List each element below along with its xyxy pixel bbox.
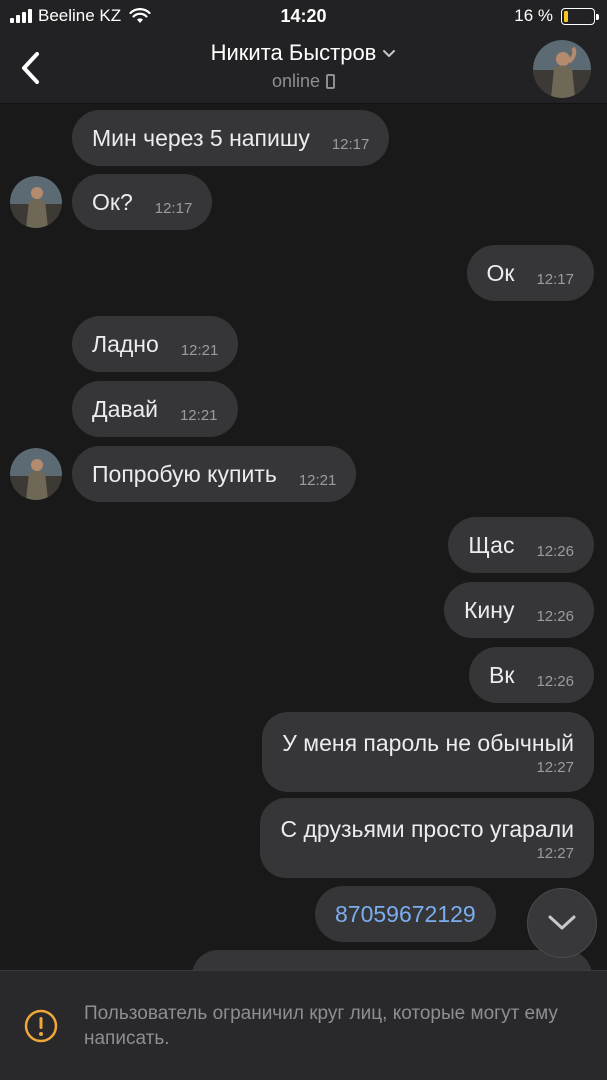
message-time: 12:21 [180,341,219,359]
message-text: Попробую купить [92,460,277,487]
message-time: 12:26 [536,607,574,625]
message-text: Ладно [92,330,159,357]
message-bubble-partial [192,950,592,970]
message-text: Мин через 5 напишу [92,124,310,151]
message-text: Ок [486,259,515,286]
contact-name-button[interactable]: Никита Быстров [0,40,607,66]
contact-name: Никита Быстров [210,40,377,65]
message-time: 12:26 [536,672,574,690]
message-text: Ок? [92,188,133,215]
message-bubble[interactable]: У меня пароль не обычный 12:27 [262,712,594,792]
message-text: Щас [468,531,515,558]
scroll-down-button[interactable] [527,888,597,958]
message-time: 12:17 [536,270,574,288]
battery-percent: 16 % [514,6,553,25]
sender-avatar[interactable] [10,176,62,228]
message-bubble[interactable]: Ок 12:17 [466,245,594,301]
message-bubble[interactable]: С друзьями просто угарали 12:27 [260,798,594,878]
contact-status: online [0,71,607,92]
message-text: Давай [92,395,158,422]
message-bubble[interactable]: Ладно 12:21 [72,316,239,372]
status-text: online [271,71,321,91]
message-time: 12:26 [536,542,574,560]
message-list[interactable]: Мин через 5 напишу 12:17 Ок? 12:17 Ок 12… [0,104,607,970]
message-bubble[interactable]: Вк 12:26 [469,647,594,703]
warning-icon [24,1009,58,1043]
message-time: 12:17 [331,135,370,153]
chat-header: Никита Быстров online [0,34,607,104]
battery-icon [561,7,599,25]
phone-number-link[interactable]: 87059672129 [335,901,476,928]
status-bar: Beeline KZ 14:20 16 % [0,0,607,34]
message-bubble[interactable]: Ок? 12:17 [72,174,213,230]
chevron-down-icon [383,50,396,58]
message-time: 12:27 [536,845,574,862]
message-text: С друзьями просто угарали [280,816,574,842]
message-text: У меня пароль не обычный [282,730,574,756]
battery-fill [564,10,569,22]
contact-avatar[interactable] [533,40,591,98]
message-bubble[interactable]: 87059672129 [315,886,496,942]
message-time: 12:17 [154,199,193,217]
restriction-text: Пользователь ограничил круг лиц, которые… [84,1003,558,1049]
message-bubble[interactable]: Попробую купить 12:21 [72,446,357,502]
message-bubble[interactable]: Кину 12:26 [444,582,594,638]
message-text: Вк [489,661,515,688]
message-bubble[interactable]: Щас 12:26 [448,517,594,573]
status-right: 16 % [514,6,599,26]
message-time: 12:27 [536,759,574,776]
message-bubble[interactable]: Давай 12:21 [72,381,238,437]
mobile-phone-icon [326,73,336,89]
restriction-banner: Пользователь ограничил круг лиц, которые… [0,970,607,1080]
message-time: 12:21 [298,471,337,489]
message-bubble[interactable]: Мин через 5 напишу 12:17 [72,110,390,166]
message-text: Кину [464,596,515,623]
message-time: 12:21 [179,406,218,424]
sender-avatar[interactable] [10,448,62,500]
chevron-down-icon [548,915,576,930]
